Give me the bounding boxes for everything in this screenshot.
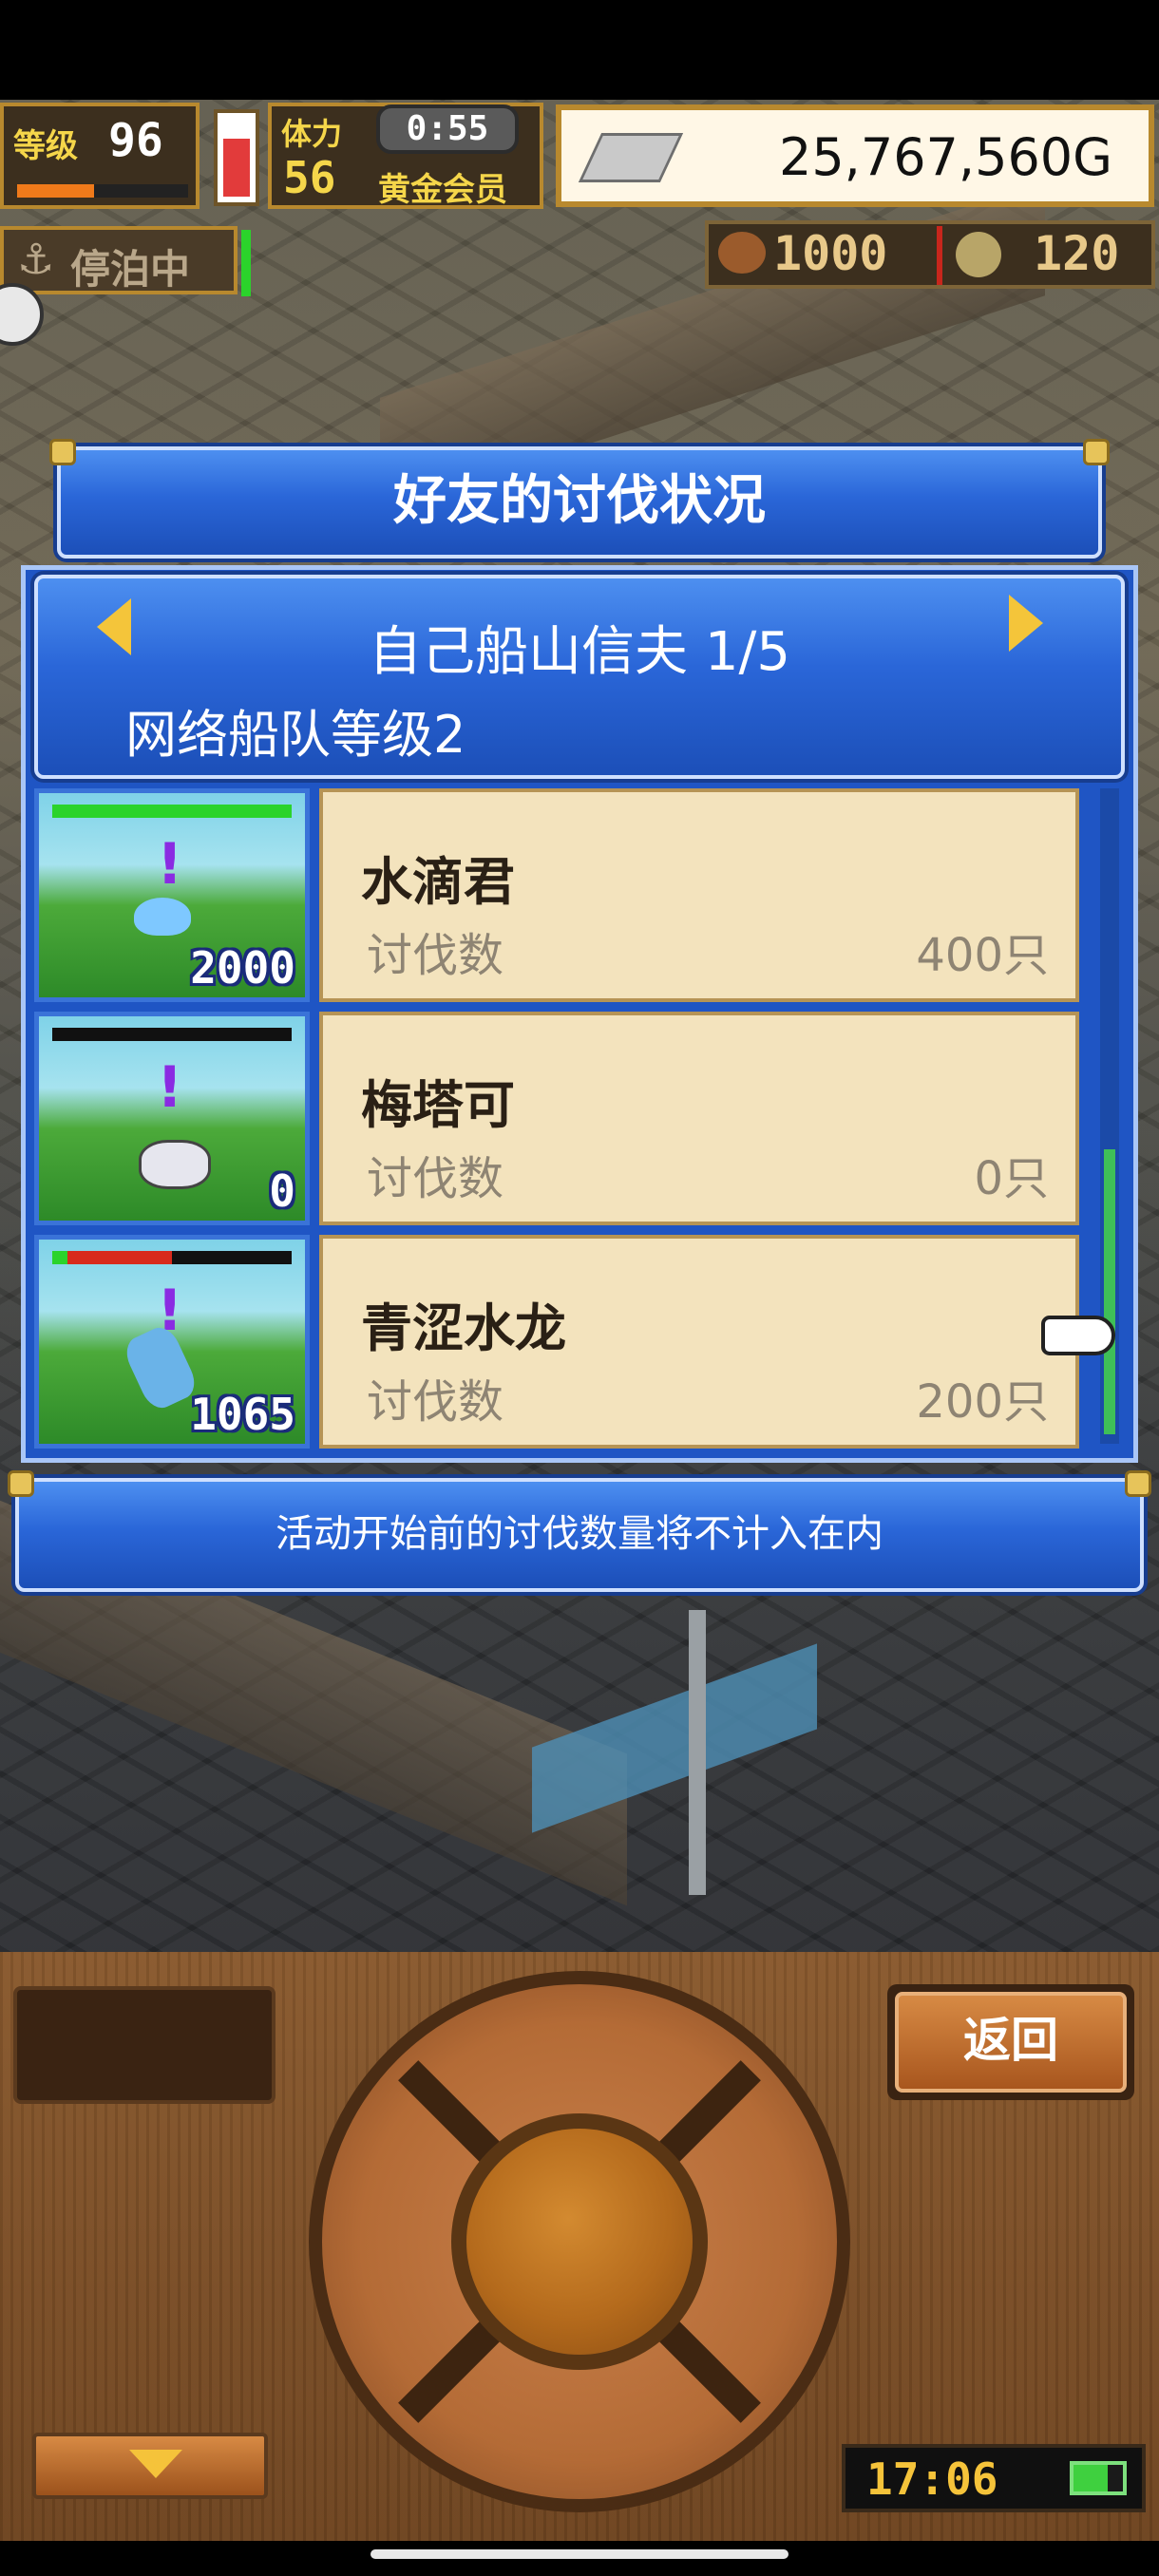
- exclamation-icon: !: [157, 1054, 183, 1121]
- battery-icon: [1070, 2461, 1127, 2495]
- rabbit-monster-icon: [139, 1140, 211, 1189]
- monster-hp-value: 1065: [190, 1389, 295, 1440]
- notice-bar: 活动开始前的讨伐数量将不计入在内: [15, 1478, 1144, 1592]
- scrollbar-thumb[interactable]: [1104, 1149, 1115, 1434]
- monster-thumbnail: ! 1065: [34, 1235, 310, 1449]
- level-label: 等级: [13, 127, 78, 165]
- water-channel: [532, 1643, 817, 1833]
- gold-corner-ornament: [8, 1470, 34, 1497]
- monster-thumbnail: ! 0: [34, 1012, 310, 1225]
- exclamation-icon: !: [157, 831, 183, 898]
- friend-name: 自己船山信夫 1/5: [369, 621, 790, 683]
- pointing-hand-icon: [1041, 1316, 1115, 1355]
- divider: [937, 226, 942, 285]
- water-dragon-monster-icon: [120, 1321, 201, 1414]
- stamina-gauge: [214, 109, 259, 206]
- next-friend-arrow-icon[interactable]: [1009, 595, 1043, 652]
- monster-hp-value: 0: [269, 1165, 295, 1217]
- gold-corner-ornament: [49, 439, 76, 465]
- timer-value: 0:55: [406, 109, 489, 148]
- gold-amount: 25,767,560G: [778, 127, 1112, 187]
- dpad-center-button[interactable]: [466, 2129, 693, 2355]
- membership-label: 黄金会员: [378, 171, 507, 209]
- monster-info-card: 青涩水龙 讨伐数 200只: [319, 1235, 1079, 1449]
- list-item[interactable]: ! 0 梅塔可 讨伐数 0只: [34, 1012, 1079, 1225]
- friend-header: 自己船山信夫 1/5 网络船队等级2: [34, 575, 1125, 779]
- kill-count-label: 讨伐数: [367, 1375, 504, 1429]
- resource-panel: 1000 120: [705, 220, 1155, 289]
- gold-corner-ornament: [1083, 439, 1110, 465]
- mast-pole: [689, 1610, 706, 1895]
- water-drop-monster-icon: [134, 898, 191, 936]
- list-item[interactable]: ! 1065 青涩水龙 讨伐数 200只: [34, 1235, 1079, 1449]
- monster-info-card: 水滴君 讨伐数 400只: [319, 788, 1079, 1002]
- monster-info-card: 梅塔可 讨伐数 0只: [319, 1012, 1079, 1225]
- dialog-title-bar: 好友的讨伐状况: [57, 446, 1102, 559]
- monster-list[interactable]: ! 2000 水滴君 讨伐数 400只 ! 0 梅塔可 讨伐数 0只 ! 106…: [34, 788, 1127, 1453]
- food-value: 1000: [773, 226, 888, 281]
- empty-slot: [13, 1986, 276, 2104]
- clock-value: 17:06: [866, 2453, 998, 2505]
- level-panel: 等级 96: [0, 103, 200, 209]
- home-indicator[interactable]: [370, 2549, 788, 2559]
- coin-icon: [956, 232, 1001, 277]
- monster-name: 青涩水龙: [361, 1298, 566, 1358]
- dialog-title: 好友的讨伐状况: [393, 470, 766, 532]
- fleet-level: 网络船队等级2: [125, 705, 466, 765]
- notice-text: 活动开始前的讨伐数量将不计入在内: [276, 1512, 884, 1556]
- anchor-indicator: [241, 230, 251, 296]
- kill-count-value: 0只: [974, 1152, 1049, 1205]
- monster-thumbnail: ! 2000: [34, 788, 310, 1002]
- coin-value: 120: [1034, 226, 1120, 281]
- hp-bar: [52, 805, 292, 818]
- list-item[interactable]: ! 2000 水滴君 讨伐数 400只: [34, 788, 1079, 1002]
- kill-count-label: 讨伐数: [367, 1152, 504, 1205]
- monster-hp-value: 2000: [190, 942, 295, 994]
- clock-panel: 17:06: [842, 2444, 1146, 2512]
- anchor-status-text: 停泊中: [70, 246, 191, 293]
- exp-bar: [17, 184, 188, 198]
- anchor-status-panel[interactable]: ⚓ 停泊中: [0, 226, 238, 294]
- kill-count-value: 400只: [916, 929, 1049, 982]
- monster-name: 梅塔可: [361, 1075, 515, 1135]
- kill-count-value: 200只: [916, 1375, 1049, 1429]
- dpad-outer[interactable]: [309, 1971, 850, 2512]
- stamina-value: 56: [283, 152, 336, 203]
- monster-name: 水滴君: [361, 852, 515, 912]
- level-value: 96: [108, 114, 163, 167]
- menu-toggle-button[interactable]: [32, 2433, 268, 2499]
- hp-bar: [52, 1028, 292, 1041]
- hp-bar: [52, 1251, 292, 1264]
- silver-bar-icon: [578, 133, 684, 182]
- gold-panel: 25,767,560G: [556, 104, 1154, 207]
- prev-friend-arrow-icon[interactable]: [97, 598, 131, 655]
- gold-corner-ornament: [1125, 1470, 1151, 1497]
- back-button-frame: 返回: [887, 1984, 1134, 2100]
- anchor-icon: ⚓: [17, 236, 55, 284]
- timer-badge: 0:55: [376, 104, 519, 154]
- stamina-label: 体力: [281, 116, 343, 152]
- control-console: 返回 17:06: [0, 1952, 1159, 2541]
- chevron-down-icon: [129, 2450, 182, 2478]
- back-button[interactable]: 返回: [895, 1992, 1127, 2093]
- kill-count-label: 讨伐数: [367, 929, 504, 982]
- food-icon: [718, 232, 766, 274]
- back-button-label: 返回: [963, 2013, 1058, 2068]
